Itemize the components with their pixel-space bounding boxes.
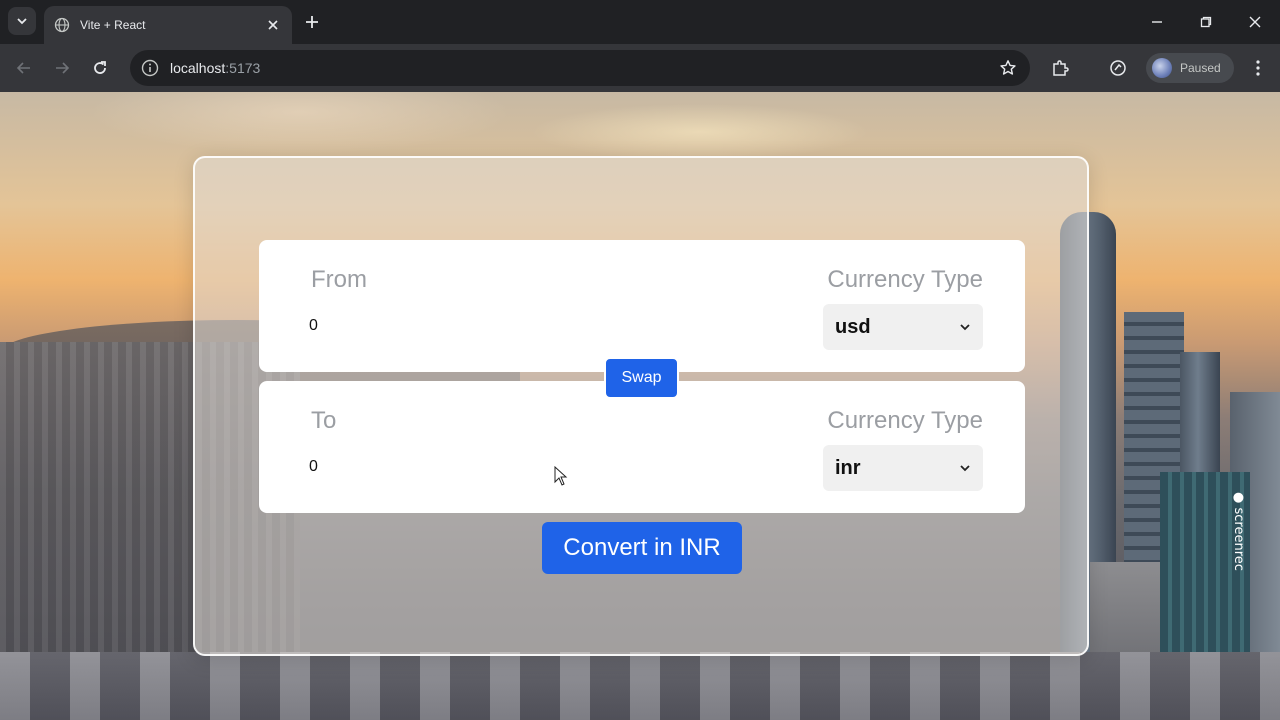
restore-button[interactable] — [1191, 8, 1221, 36]
globe-icon — [54, 17, 70, 33]
page-viewport: From Currency Type usd To Currency Type … — [0, 92, 1280, 720]
puzzle-icon — [1053, 60, 1069, 76]
address-bar[interactable]: localhost:5173 — [130, 50, 1030, 86]
to-box: To Currency Type inr — [259, 381, 1025, 513]
to-amount-input[interactable] — [309, 453, 709, 481]
from-box: From Currency Type usd — [259, 240, 1025, 372]
to-currency-select[interactable]: inr — [823, 445, 983, 491]
profile-status: Paused — [1180, 61, 1221, 75]
convert-button[interactable]: Convert in INR — [542, 522, 742, 574]
watermark-text: screenrec — [1231, 507, 1246, 571]
tab-title: Vite + React — [80, 18, 146, 32]
browser-tabstrip: Vite + React — [0, 0, 1280, 44]
arrow-right-icon — [56, 62, 70, 74]
converter-card: From Currency Type usd To Currency Type … — [193, 156, 1089, 656]
browser-toolbar: localhost:5173 Paused — [0, 44, 1280, 92]
chevron-down-icon — [959, 462, 971, 474]
reload-button[interactable] — [86, 54, 114, 82]
forward-button[interactable] — [48, 54, 76, 82]
to-label: To — [311, 407, 337, 434]
browser-tab[interactable]: Vite + React — [44, 6, 292, 44]
performance-button[interactable] — [1104, 54, 1132, 82]
reload-icon — [94, 61, 106, 74]
plus-icon — [306, 16, 318, 28]
back-button[interactable] — [10, 54, 38, 82]
url-host: localhost — [170, 60, 226, 76]
from-currency-select[interactable]: usd — [823, 304, 983, 350]
extensions-button[interactable] — [1046, 54, 1074, 82]
new-tab-button[interactable] — [300, 10, 324, 34]
from-currency-label: Currency Type — [827, 266, 983, 293]
restore-icon — [1200, 16, 1212, 28]
mouse-cursor-icon — [554, 466, 568, 486]
close-icon[interactable] — [264, 16, 282, 34]
more-vertical-icon — [1256, 60, 1260, 76]
background-city-bottom — [0, 652, 1280, 720]
arrow-left-icon — [16, 62, 30, 74]
from-currency-value: usd — [835, 315, 871, 338]
url-text: localhost:5173 — [170, 60, 260, 76]
profile-button[interactable]: Paused — [1146, 53, 1234, 83]
speedometer-icon — [1110, 60, 1126, 76]
info-icon[interactable] — [140, 58, 160, 78]
to-currency-label: Currency Type — [827, 407, 983, 434]
swap-button[interactable]: Swap — [604, 357, 679, 399]
minimize-icon — [1152, 21, 1162, 23]
close-icon — [1249, 16, 1261, 28]
url-port: :5173 — [225, 60, 261, 76]
tab-search-button[interactable] — [8, 7, 36, 35]
chevron-down-icon — [17, 18, 27, 25]
from-amount-input[interactable] — [309, 312, 709, 340]
chevron-down-icon — [959, 321, 971, 333]
to-currency-value: inr — [835, 456, 861, 479]
browser-menu-button[interactable] — [1244, 54, 1272, 82]
minimize-button[interactable] — [1142, 8, 1172, 36]
screen-recorder-watermark: ● screenrec — [1231, 492, 1246, 571]
bookmark-star-icon[interactable] — [998, 58, 1018, 78]
avatar — [1152, 58, 1172, 78]
close-window-button[interactable] — [1240, 8, 1270, 36]
from-label: From — [311, 266, 367, 293]
